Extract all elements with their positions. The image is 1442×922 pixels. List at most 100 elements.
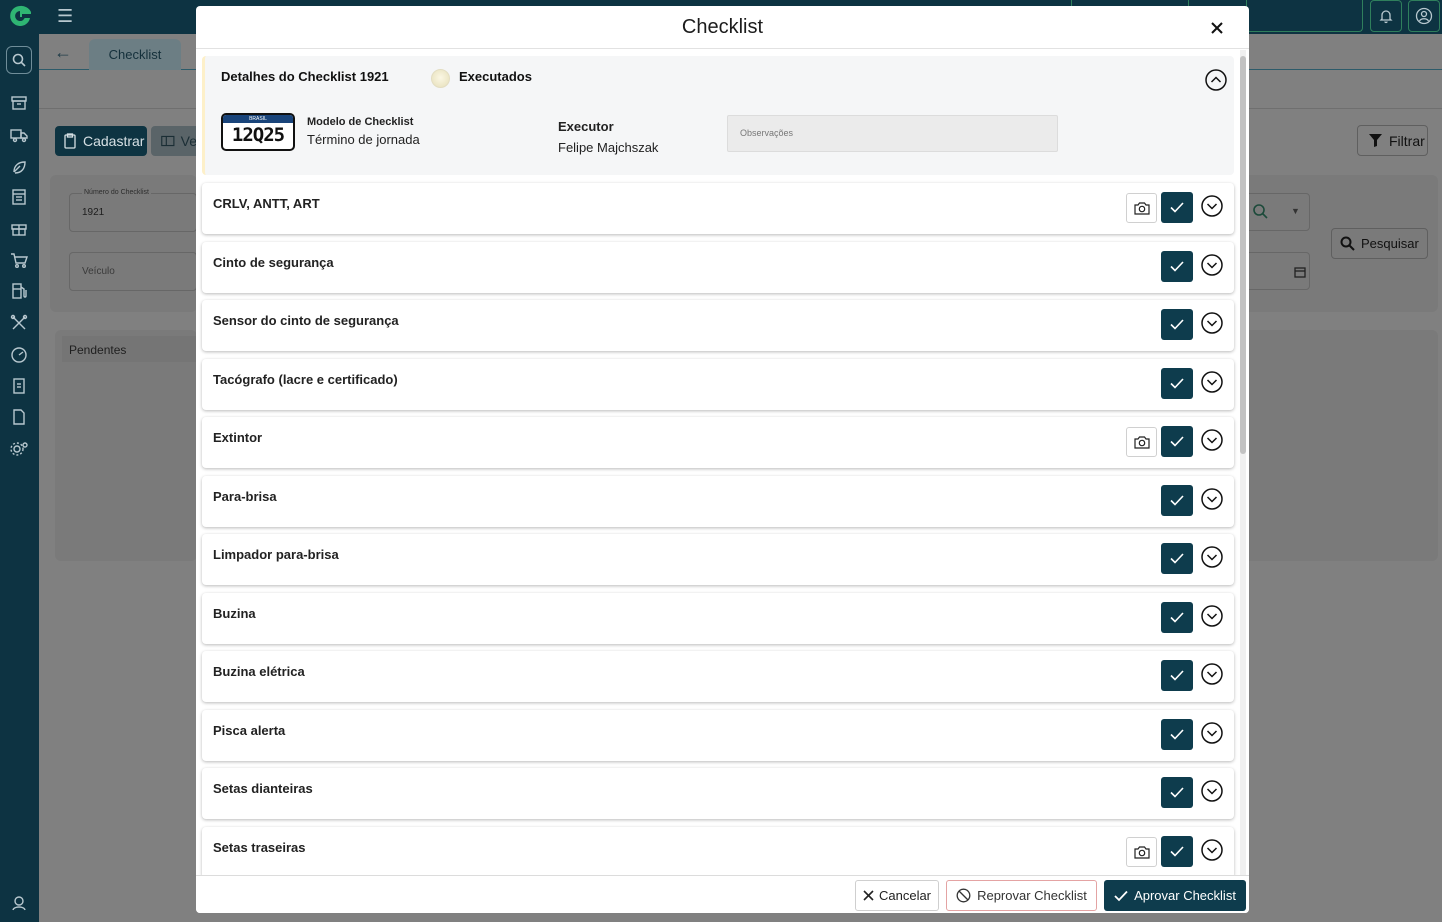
checklist-modal: Checklist Detalhes do Checklist 1921 Exe… (196, 6, 1249, 913)
columns-icon (161, 135, 175, 147)
fuel-icon[interactable] (8, 281, 30, 301)
close-icon[interactable] (1206, 17, 1228, 39)
model-value: Término de jornada (307, 132, 420, 147)
checklist-item-label: Extintor (213, 430, 263, 445)
support-icon[interactable] (8, 893, 30, 913)
chevron-down-circle-icon[interactable] (1201, 546, 1223, 568)
back-arrow-icon[interactable]: ← (54, 42, 72, 63)
approve-checklist-button[interactable]: Aprovar Checklist (1104, 880, 1246, 911)
pesquisar-label: Pesquisar (1361, 236, 1419, 251)
chevron-up-circle-icon[interactable] (1205, 69, 1227, 91)
notification-bell-icon[interactable] (1370, 0, 1402, 32)
modal-body[interactable]: Detalhes do Checklist 1921 Executados BR… (196, 50, 1249, 875)
chevron-down-circle-icon[interactable] (1201, 195, 1223, 217)
document-icon[interactable] (8, 407, 30, 427)
modal-footer: Cancelar Reprovar Checklist Aprovar Chec… (196, 875, 1249, 913)
cancel-button[interactable]: Cancelar (855, 880, 939, 911)
chevron-down-circle-icon[interactable] (1201, 312, 1223, 334)
filtrar-button[interactable]: Filtrar (1357, 125, 1428, 156)
check-icon[interactable] (1161, 192, 1193, 223)
veiculo-placeholder: Veículo (82, 266, 115, 277)
checklist-item: Limpador para-brisa (202, 534, 1234, 585)
checklist-item: Buzina (202, 593, 1234, 644)
model-label: Modelo de Checklist (307, 116, 414, 128)
checklist-item: Cinto de segurança (202, 242, 1234, 293)
tab-pendentes[interactable]: Pendentes (62, 336, 197, 362)
gift-icon[interactable] (8, 218, 30, 238)
search-icon (1340, 236, 1355, 251)
chevron-down-circle-icon[interactable] (1201, 371, 1223, 393)
chevron-down-circle-icon[interactable] (1201, 254, 1223, 276)
check-icon[interactable] (1161, 251, 1193, 282)
scrollbar[interactable] (1240, 50, 1246, 875)
cart-icon[interactable] (8, 250, 30, 270)
leaf-icon[interactable] (8, 157, 30, 177)
check-icon[interactable] (1161, 660, 1193, 691)
modal-header: Checklist (196, 6, 1249, 49)
checklist-item-label: Buzina (213, 606, 256, 621)
pesquisar-button[interactable]: Pesquisar (1331, 228, 1428, 259)
user-account-icon[interactable] (1408, 0, 1440, 32)
archive-icon[interactable] (8, 93, 30, 113)
cadastrar-button[interactable]: Cadastrar (55, 126, 147, 156)
chevron-down-circle-icon[interactable] (1201, 429, 1223, 451)
app-logo-icon[interactable] (6, 4, 33, 28)
check-icon[interactable] (1161, 836, 1193, 867)
chevron-down-circle-icon[interactable] (1201, 605, 1223, 627)
select-field[interactable]: ▼ (1248, 193, 1310, 231)
status-indicator-icon (431, 69, 450, 88)
tools-icon[interactable] (8, 313, 30, 333)
numero-checklist-field[interactable]: Número do Checklist 1921 (69, 189, 197, 232)
date-field[interactable] (1248, 252, 1310, 290)
camera-icon[interactable] (1126, 193, 1157, 223)
checklist-item-label: Tacógrafo (lacre e certificado) (213, 372, 398, 387)
check-icon[interactable] (1161, 485, 1193, 516)
gauge-icon[interactable] (8, 345, 30, 365)
view-toggle-button[interactable]: Ve (151, 126, 197, 156)
checklist-item-label: Para-brisa (213, 489, 277, 504)
camera-icon[interactable] (1126, 427, 1157, 457)
chevron-down-circle-icon[interactable] (1201, 780, 1223, 802)
truck-icon[interactable] (8, 125, 30, 145)
sidebar-search-icon[interactable] (6, 46, 32, 74)
menu-icon[interactable]: ☰ (57, 6, 73, 27)
veiculo-field[interactable]: Veículo (69, 252, 197, 291)
invoice-icon[interactable] (8, 376, 30, 396)
chevron-down-circle-icon[interactable] (1201, 839, 1223, 861)
tab-checklist[interactable]: Checklist (89, 39, 181, 70)
check-icon (1114, 890, 1128, 901)
check-icon[interactable] (1161, 719, 1193, 750)
reject-checklist-button[interactable]: Reprovar Checklist (946, 880, 1097, 911)
checklist-item-label: Pisca alerta (213, 723, 286, 738)
search-add-icon[interactable] (1251, 202, 1269, 220)
checklist-details-panel: Detalhes do Checklist 1921 Executados BR… (202, 56, 1234, 175)
list-card (55, 330, 197, 561)
checklist-item: Pisca alerta (202, 710, 1234, 761)
checklist-item: Setas traseiras (202, 827, 1234, 875)
observacoes-field[interactable]: Observações (727, 115, 1058, 152)
chevron-down-circle-icon[interactable] (1201, 722, 1223, 744)
checklist-item: Buzina elétrica (202, 651, 1234, 702)
executor-label: Executor (558, 119, 614, 134)
chevron-down-circle-icon[interactable] (1201, 488, 1223, 510)
check-icon[interactable] (1161, 602, 1193, 633)
vehicle-plate: BRASIL 12Q25 (221, 113, 295, 151)
calendar-icon[interactable] (1294, 266, 1306, 278)
filter-icon (1369, 134, 1382, 147)
settings-icon[interactable] (8, 439, 30, 459)
scrollbar-thumb[interactable] (1240, 56, 1246, 454)
dropdown-caret-icon[interactable]: ▼ (1291, 206, 1300, 216)
check-icon[interactable] (1161, 309, 1193, 340)
check-icon[interactable] (1161, 426, 1193, 457)
checklist-item: Setas dianteiras (202, 768, 1234, 819)
chevron-down-circle-icon[interactable] (1201, 663, 1223, 685)
check-icon[interactable] (1161, 777, 1193, 808)
calculator-icon[interactable] (8, 187, 30, 207)
plate-number: 12Q25 (231, 124, 285, 146)
top-bar-search[interactable] (1246, 0, 1363, 32)
check-icon[interactable] (1161, 368, 1193, 399)
sidebar (0, 0, 39, 922)
list-card-right (1248, 330, 1438, 561)
check-icon[interactable] (1161, 543, 1193, 574)
camera-icon[interactable] (1126, 837, 1157, 867)
